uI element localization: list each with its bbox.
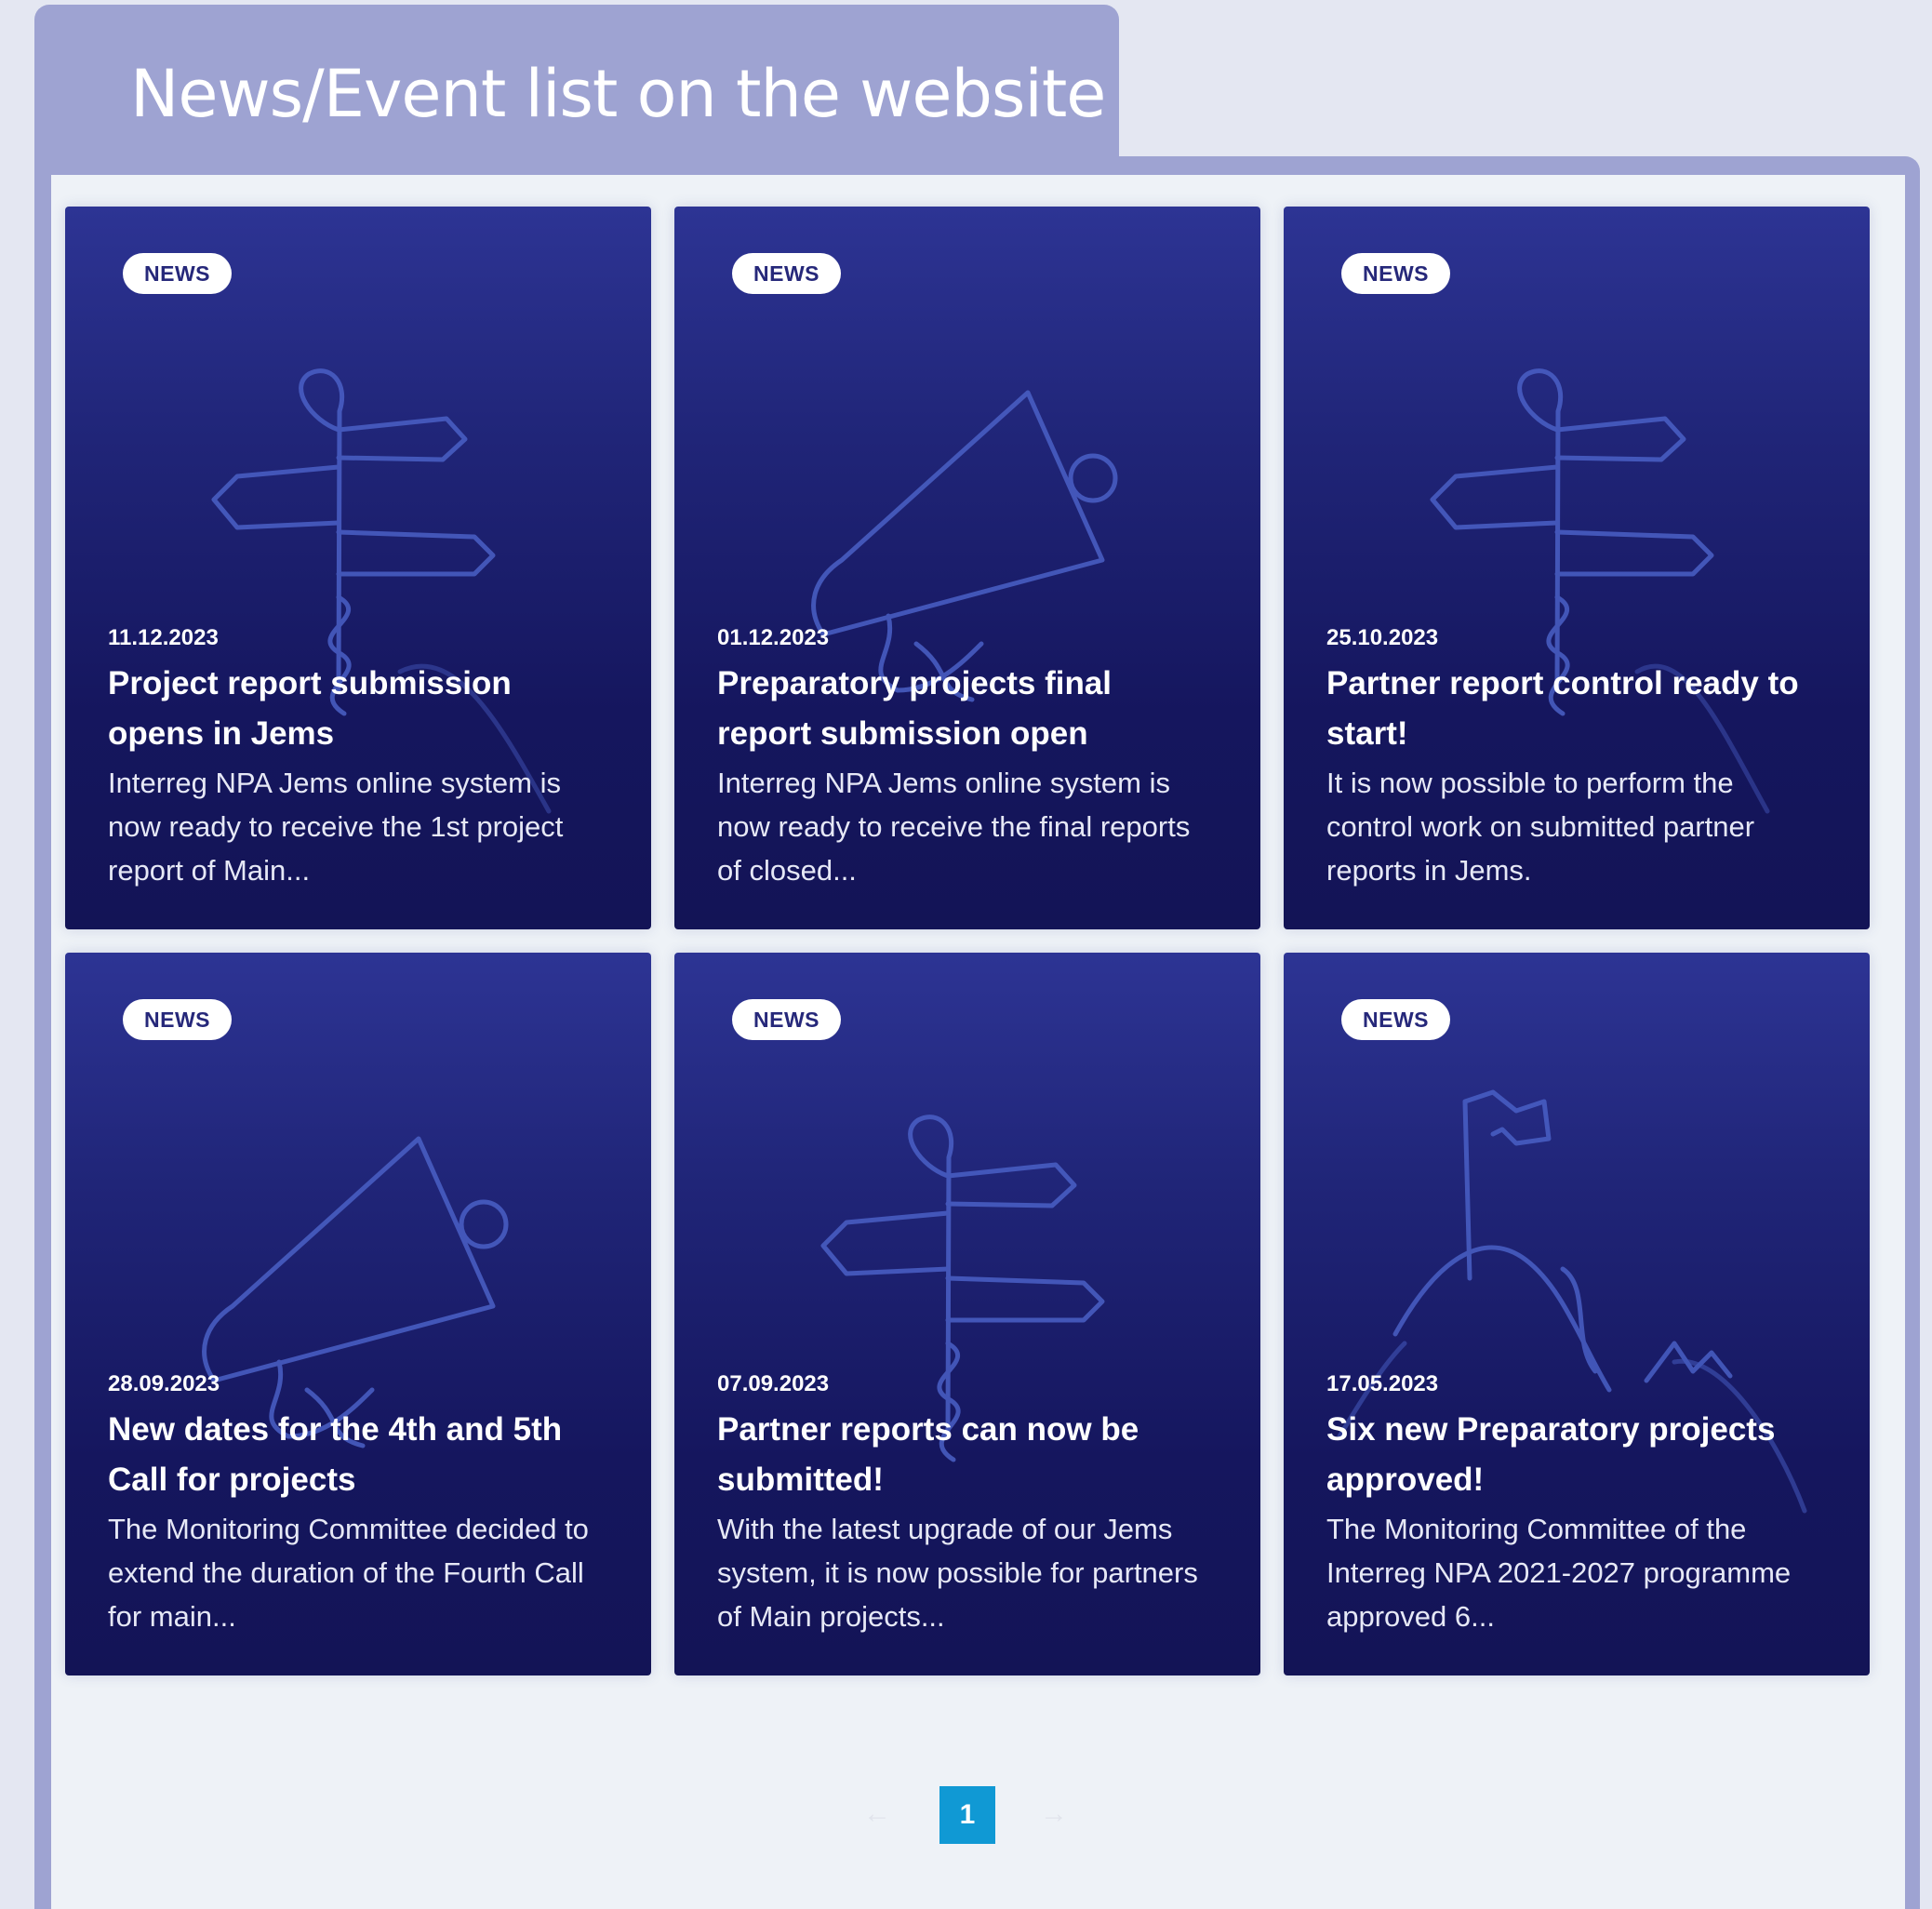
news-date: 11.12.2023 <box>108 625 219 650</box>
news-excerpt: Interreg NPA Jems online system is now r… <box>108 767 564 887</box>
page-title: News/Event list on the website <box>130 56 1106 132</box>
news-date: 17.05.2023 <box>1326 1371 1439 1396</box>
news-title[interactable]: Partner report control ready to start! <box>1326 659 1810 759</box>
news-date: 01.12.2023 <box>717 625 830 650</box>
news-title[interactable]: Project report submission opens in Jems <box>108 659 592 759</box>
news-card[interactable]: NEWS 17.05.2023 Six new Preparatory proj… <box>1284 953 1870 1675</box>
news-title[interactable]: Preparatory projects final report submis… <box>717 659 1201 759</box>
news-title[interactable]: Partner reports can now be submitted! <box>717 1405 1201 1505</box>
news-card[interactable]: NEWS 11.12.2023 Project report submissio… <box>65 207 651 929</box>
news-badge: NEWS <box>123 253 232 294</box>
news-date: 28.09.2023 <box>108 1371 220 1396</box>
news-badge: NEWS <box>1341 253 1450 294</box>
prev-page-arrow-icon[interactable]: ← <box>863 1796 891 1833</box>
news-card[interactable]: NEWS 25.10.2023 Partner report control r… <box>1284 207 1870 929</box>
news-card[interactable]: NEWS 07.09.2023 Partner reports can now … <box>674 953 1260 1675</box>
news-excerpt: It is now possible to perform the contro… <box>1326 767 1755 887</box>
page-1-button[interactable]: 1 <box>939 1786 995 1844</box>
news-date: 07.09.2023 <box>717 1371 830 1396</box>
news-excerpt: The Monitoring Committee decided to exte… <box>108 1513 589 1633</box>
news-date: 25.10.2023 <box>1326 625 1439 650</box>
news-card[interactable]: NEWS 01.12.2023 Preparatory projects fin… <box>674 207 1260 929</box>
news-card[interactable]: NEWS 28.09.2023 New dates for the 4th an… <box>65 953 651 1675</box>
news-excerpt: With the latest upgrade of our Jems syst… <box>717 1513 1198 1633</box>
news-badge: NEWS <box>732 253 841 294</box>
next-page-arrow-icon[interactable]: → <box>1040 1796 1068 1833</box>
news-excerpt: The Monitoring Committee of the Interreg… <box>1326 1513 1792 1633</box>
news-badge: NEWS <box>1341 999 1450 1040</box>
news-title[interactable]: Six new Preparatory projects approved! <box>1326 1405 1810 1505</box>
news-excerpt: Interreg NPA Jems online system is now r… <box>717 767 1191 887</box>
news-badge: NEWS <box>123 999 232 1040</box>
news-badge: NEWS <box>732 999 841 1040</box>
news-title[interactable]: New dates for the 4th and 5th Call for p… <box>108 1405 592 1505</box>
